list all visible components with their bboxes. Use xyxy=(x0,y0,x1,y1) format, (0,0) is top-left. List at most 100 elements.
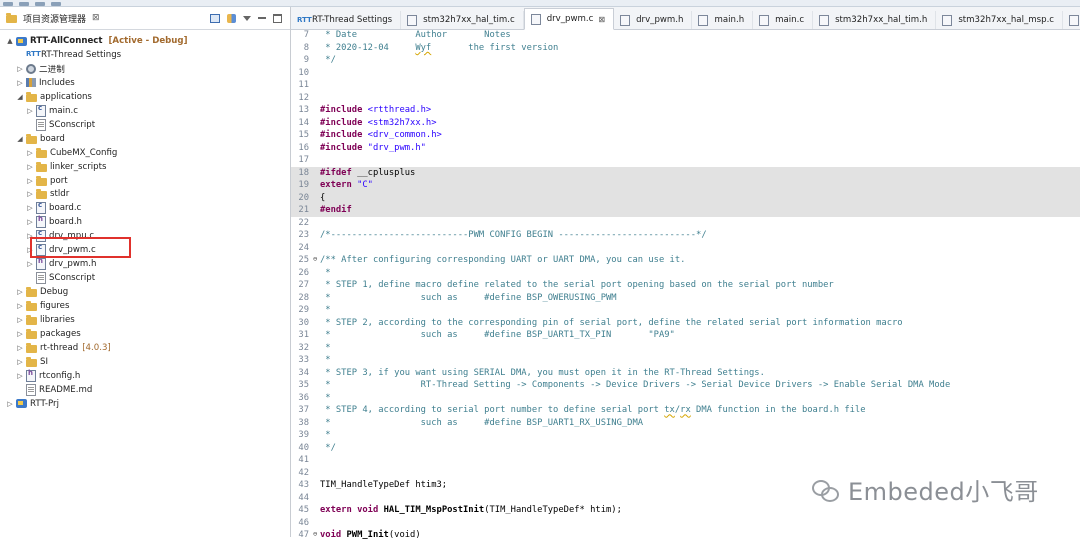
code-line[interactable]: 35 * RT-Thread Setting -> Components -> … xyxy=(291,379,1080,392)
code-line[interactable]: 18 #ifdef __cplusplus xyxy=(291,166,1080,179)
tree-item[interactable]: ◢ applications xyxy=(16,90,92,104)
code-line[interactable]: 37 * STEP 4, according to serial port nu… xyxy=(291,404,1080,417)
fold-toggle-icon[interactable]: ⊖ xyxy=(313,255,317,263)
code-line[interactable]: 15 #include <drv_common.h> xyxy=(291,129,1080,142)
editor-tab[interactable]: main.h xyxy=(692,11,754,29)
code-line[interactable]: 16 #include "drv_pwm.h" xyxy=(291,142,1080,155)
tree-item[interactable]: ▷ rtconfig.h xyxy=(16,369,80,383)
tree-item[interactable]: ▷ libraries xyxy=(16,313,75,327)
editor-tab[interactable]: RTT RT-Thread Settings xyxy=(291,11,402,29)
tree-item[interactable]: ▷ RTT-Prj xyxy=(6,397,59,411)
code-line[interactable]: 41 xyxy=(291,454,1080,467)
expand-arrow-icon[interactable]: ▷ xyxy=(26,260,34,268)
minimize-icon[interactable] xyxy=(258,17,266,19)
code-line[interactable]: 46 xyxy=(291,517,1080,530)
code-line[interactable]: 19 extern "C" xyxy=(291,179,1080,192)
expand-arrow-icon[interactable]: ▷ xyxy=(16,79,24,87)
code-line[interactable]: 20 { xyxy=(291,191,1080,204)
expand-arrow-icon[interactable]: ▷ xyxy=(26,107,34,115)
tree-item[interactable]: ▷ figures xyxy=(16,299,69,313)
editor-tab[interactable]: drv_pwm.h xyxy=(614,11,693,29)
code-line[interactable]: 24 xyxy=(291,242,1080,255)
tree-item[interactable]: ▷ 二进制 xyxy=(16,62,65,76)
tree-item[interactable]: ▷ port xyxy=(26,174,68,188)
tree-item[interactable]: ▷ packages xyxy=(16,327,81,341)
code-line[interactable]: 27 * STEP 1, define macro define related… xyxy=(291,279,1080,292)
code-line[interactable]: 40 */ xyxy=(291,442,1080,455)
tree-item[interactable]: ▷ stldr xyxy=(26,187,69,201)
expand-arrow-icon[interactable]: ▷ xyxy=(26,163,34,171)
expand-arrow-icon[interactable]: ▷ xyxy=(16,302,24,310)
expand-arrow-icon[interactable]: ▷ xyxy=(26,218,34,226)
code-line[interactable]: 10 xyxy=(291,67,1080,80)
link-editor-icon[interactable] xyxy=(227,13,236,23)
view-menu-icon[interactable] xyxy=(243,15,251,21)
code-line[interactable]: 29 * xyxy=(291,304,1080,317)
tree-item[interactable]: ▷ linker_scripts xyxy=(26,160,106,174)
editor-tab[interactable]: stm32h7xx_hal_msp.c xyxy=(936,11,1064,29)
code-line[interactable]: 7 * Date Author Notes xyxy=(291,29,1080,42)
code-line[interactable]: 21 #endif xyxy=(291,204,1080,217)
code-line[interactable]: 28 * such as #define BSP_OWERUSING_PWM xyxy=(291,292,1080,305)
code-line[interactable]: 14 #include <stm32h7xx.h> xyxy=(291,117,1080,130)
toolbar-icon[interactable] xyxy=(19,2,29,6)
expand-arrow-icon[interactable]: ▷ xyxy=(16,316,24,324)
tree-item[interactable]: ▷ rt-thread [4.0.3] xyxy=(16,341,111,355)
code-line[interactable]: 12 xyxy=(291,92,1080,105)
tree-item[interactable]: SConscript xyxy=(26,118,95,132)
tree-item[interactable]: ▷ main.c xyxy=(26,104,78,118)
expand-arrow-icon[interactable]: ▲ xyxy=(6,37,14,45)
editor-tab[interactable]: stm32h7xx_hal_tim.c xyxy=(401,11,524,29)
code-line[interactable]: 39 * xyxy=(291,429,1080,442)
code-line[interactable]: 30 * STEP 2, according to the correspond… xyxy=(291,317,1080,330)
code-line[interactable]: 23 /*--------------------------PWM CONFIG… xyxy=(291,229,1080,242)
expand-arrow-icon[interactable]: ▷ xyxy=(16,358,24,366)
tree-item[interactable]: ▷ board.h xyxy=(26,215,82,229)
tree-item[interactable]: ▷ board.c xyxy=(26,201,81,215)
code-line[interactable]: 34 * STEP 3, if you want using SERIAL DM… xyxy=(291,367,1080,380)
expand-arrow-icon[interactable]: ▷ xyxy=(16,288,24,296)
code-line[interactable]: 33 * xyxy=(291,354,1080,367)
expand-arrow-icon[interactable]: ▷ xyxy=(16,65,24,73)
tree-item[interactable]: ▷ drv_pwm.h xyxy=(26,257,96,271)
tree-item[interactable]: ◢ board xyxy=(16,132,65,146)
code-line[interactable]: 17 xyxy=(291,154,1080,167)
toolbar-icon[interactable] xyxy=(51,2,61,6)
editor-tab[interactable]: pin.h xyxy=(1063,11,1080,29)
code-line[interactable]: 47 ⊖ void PWM_Init(void) xyxy=(291,529,1080,542)
editor-tab[interactable]: main.c xyxy=(753,11,814,29)
tree-item[interactable]: ▷ CubeMX_Config xyxy=(26,146,117,160)
code-line[interactable]: 31 * such as #define BSP_UART1_TX_PIN "P… xyxy=(291,329,1080,342)
code-line[interactable]: 13 #include <rtthread.h> xyxy=(291,104,1080,117)
expand-arrow-icon[interactable]: ▷ xyxy=(6,400,14,408)
tree-item[interactable]: RTT RT-Thread Settings xyxy=(16,48,121,62)
expand-arrow-icon[interactable]: ▷ xyxy=(16,344,24,352)
expand-arrow-icon[interactable]: ▷ xyxy=(26,204,34,212)
tree-item[interactable]: ▲ RTT-AllConnect [Active - Debug] xyxy=(6,34,187,48)
code-line[interactable]: 11 xyxy=(291,79,1080,92)
editor-tab[interactable]: drv_pwm.c ⊠ xyxy=(523,8,615,30)
expand-arrow-icon[interactable]: ◢ xyxy=(16,135,24,143)
tree-item[interactable]: ▷ Debug xyxy=(16,285,68,299)
expand-arrow-icon[interactable]: ▷ xyxy=(26,177,34,185)
toolbar-icon[interactable] xyxy=(35,2,45,6)
code-line[interactable]: 25 ⊖/** After configuring corresponding U… xyxy=(291,254,1080,267)
expand-arrow-icon[interactable]: ▷ xyxy=(16,372,24,380)
code-line[interactable]: 9 */ xyxy=(291,54,1080,67)
close-tab-icon[interactable]: ⊠ xyxy=(598,15,605,24)
editor-tab[interactable]: stm32h7xx_hal_tim.h xyxy=(813,11,937,29)
expand-arrow-icon[interactable]: ▷ xyxy=(26,190,34,198)
code-line[interactable]: 36 * xyxy=(291,392,1080,405)
tree-item[interactable]: ▷ Includes xyxy=(16,76,74,90)
tree-item[interactable]: ▷ SI xyxy=(16,355,48,369)
code-line[interactable]: 8 * 2020-12-04 Wyf the first version xyxy=(291,42,1080,55)
collapse-all-icon[interactable] xyxy=(210,13,220,23)
code-line[interactable]: 22 xyxy=(291,217,1080,230)
code-line[interactable]: 38 * such as #define BSP_UART1_RX_USING_… xyxy=(291,417,1080,430)
close-icon[interactable]: ⊠ xyxy=(92,13,100,23)
tree-item[interactable]: README.md xyxy=(16,383,92,397)
code-area[interactable]: 7 * Date Author Notes 8 * 2020-12-04 Wyf … xyxy=(291,28,1080,540)
toolbar-icon[interactable] xyxy=(3,2,13,6)
tree-item[interactable]: SConscript xyxy=(26,271,95,285)
code-line[interactable]: 32 * xyxy=(291,342,1080,355)
